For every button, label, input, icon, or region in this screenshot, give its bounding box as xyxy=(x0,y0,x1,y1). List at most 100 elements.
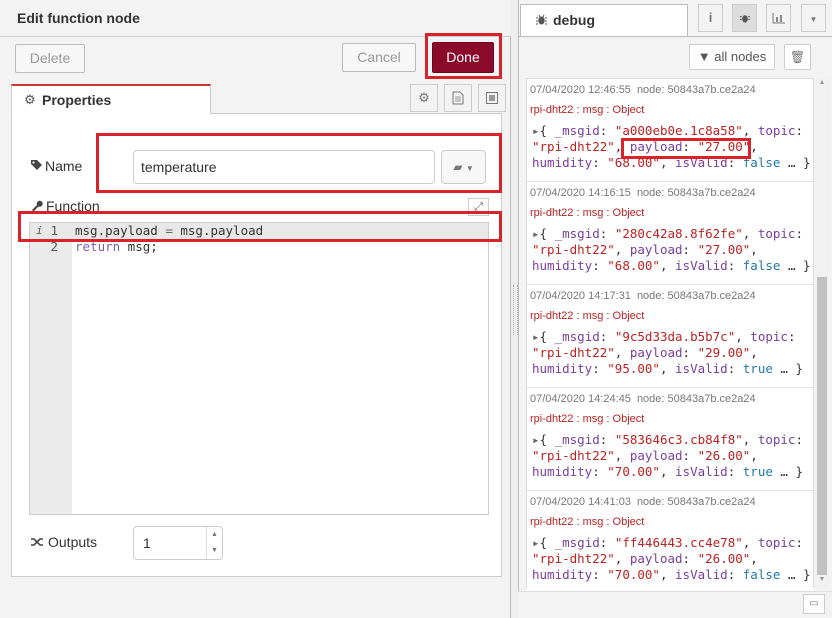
scroll-up-icon[interactable]: ▲ xyxy=(815,79,829,91)
debug-message[interactable]: 07/04/2020 14:41:03 node: 50843a7b.ce2a24… xyxy=(527,491,813,594)
isvalid-value: false xyxy=(742,258,781,273)
topic-value: "rpi-dht22" xyxy=(532,139,615,154)
message-meta: 07/04/2020 14:24:45 node: 50843a7b.ce2a24 xyxy=(530,393,756,405)
stepper-down-icon[interactable]: ▼ xyxy=(207,543,222,559)
line-number: 2 xyxy=(50,239,58,254)
message-object[interactable]: ▸{ _msgid: "280c42a8.8f62fe", topic: "rp… xyxy=(532,226,811,274)
message-source: rpi-dht22 : msg : Object xyxy=(530,413,645,425)
isvalid-value: true xyxy=(742,361,773,376)
message-source: rpi-dht22 : msg : Object xyxy=(530,310,645,322)
humidity-value: "95.00" xyxy=(607,361,660,376)
sidebar-tab-divider xyxy=(518,36,832,37)
msgid-value: "a000eb0e.1c8a58" xyxy=(614,123,743,138)
code-editor[interactable] xyxy=(29,222,489,515)
debug-message[interactable]: 07/04/2020 12:46:55 node: 50843a7b.ce2a24… xyxy=(527,79,813,182)
msgid-value: "ff446443.cc4e78" xyxy=(614,535,743,550)
outputs-label: Outputs xyxy=(48,534,98,550)
line-number: 1 xyxy=(50,223,58,238)
message-meta: 07/04/2020 14:41:03 node: 50843a7b.ce2a24 xyxy=(530,496,756,508)
expand-triangle-icon[interactable]: ▸ xyxy=(532,329,540,344)
editor-gutter xyxy=(30,223,72,514)
message-node-id[interactable]: node: 50843a7b.ce2a24 xyxy=(637,187,756,199)
caret-down-icon: ▼ xyxy=(465,164,474,173)
name-input[interactable]: temperature xyxy=(133,150,435,184)
tray-title: Edit function node xyxy=(17,10,140,26)
sidebar-menu-caret-icon[interactable]: ▼ xyxy=(801,4,826,32)
description-icon[interactable] xyxy=(444,84,472,112)
info-tab-icon[interactable]: i xyxy=(698,4,723,32)
message-source: rpi-dht22 : msg : Object xyxy=(530,104,645,116)
message-source: rpi-dht22 : msg : Object xyxy=(530,207,645,219)
message-node-id[interactable]: node: 50843a7b.ce2a24 xyxy=(637,84,756,96)
message-timestamp: 07/04/2020 14:16:15 xyxy=(530,187,631,199)
humidity-value: "70.00" xyxy=(607,464,660,479)
book-icon: ▰ xyxy=(453,160,463,174)
scrollbar-thumb[interactable] xyxy=(817,277,827,575)
delete-button[interactable]: Delete xyxy=(15,44,85,73)
msgid-value: "9c5d33da.b5b7c" xyxy=(614,329,736,344)
message-node-id[interactable]: node: 50843a7b.ce2a24 xyxy=(637,290,756,302)
scroll-down-icon[interactable]: ▼ xyxy=(815,576,829,588)
tab-properties-label: Properties xyxy=(42,92,112,108)
payload-value: "27.00" xyxy=(697,242,751,257)
isvalid-value: true xyxy=(742,464,773,479)
code-line[interactable]: return msg; xyxy=(75,239,158,255)
payload-value: "27.00" xyxy=(697,139,751,154)
humidity-value: "68.00" xyxy=(607,155,660,170)
debug-tab-icon[interactable] xyxy=(732,4,757,32)
message-object[interactable]: ▸{ _msgid: "583646c3.cb84f8", topic: "rp… xyxy=(532,432,803,480)
payload-value: "29.00" xyxy=(697,345,751,360)
debug-message[interactable]: 07/04/2020 14:17:31 node: 50843a7b.ce2a24… xyxy=(527,285,813,388)
gear-icon: ⚙ xyxy=(24,92,36,107)
tag-icon xyxy=(30,159,43,175)
payload-value: "26.00" xyxy=(697,448,751,463)
tab-properties[interactable]: ⚙ Properties xyxy=(11,84,211,114)
sidebar-footer xyxy=(518,591,832,618)
topic-value: "rpi-dht22" xyxy=(532,345,615,360)
message-timestamp: 07/04/2020 14:17:31 xyxy=(530,290,631,302)
expand-triangle-icon[interactable]: ▸ xyxy=(532,226,540,241)
settings-gear-icon[interactable]: ⚙ xyxy=(410,84,438,112)
name-label: Name xyxy=(45,158,83,174)
message-object[interactable]: ▸{ _msgid: "9c5d33da.b5b7c", topic: "rpi… xyxy=(532,329,803,377)
expand-triangle-icon[interactable]: ▸ xyxy=(532,432,540,447)
debug-message[interactable]: 07/04/2020 14:24:45 node: 50843a7b.ce2a24… xyxy=(527,388,813,491)
library-button[interactable]: ▰ ▼ xyxy=(441,150,486,184)
topic-value: "rpi-dht22" xyxy=(532,551,615,566)
done-button[interactable]: Done xyxy=(432,42,494,73)
code-line[interactable]: msg.payload = msg.payload xyxy=(75,223,263,239)
message-source: rpi-dht22 : msg : Object xyxy=(530,516,645,528)
message-meta: 07/04/2020 14:17:31 node: 50843a7b.ce2a24 xyxy=(530,290,756,302)
dashboard-chart-icon[interactable] xyxy=(766,4,791,32)
isvalid-value: false xyxy=(742,155,781,170)
message-object[interactable]: ▸{ _msgid: "ff446443.cc4e78", topic: "rp… xyxy=(532,535,811,583)
debug-message[interactable]: 07/04/2020 14:16:15 node: 50843a7b.ce2a24… xyxy=(527,182,813,285)
expand-triangle-icon[interactable]: ▸ xyxy=(532,123,540,138)
monitor-icon[interactable]: ▭ xyxy=(803,594,825,614)
cancel-button[interactable]: Cancel xyxy=(342,43,416,72)
tray-header: Edit function node xyxy=(0,0,511,37)
message-node-id[interactable]: node: 50843a7b.ce2a24 xyxy=(637,393,756,405)
expand-triangle-icon[interactable]: ▸ xyxy=(532,535,540,550)
filter-all-nodes-button[interactable]: ▼ all nodes xyxy=(689,44,775,70)
stepper-arrows[interactable]: ▲ ▼ xyxy=(206,527,222,559)
bug-icon xyxy=(535,13,548,29)
isvalid-value: false xyxy=(742,567,781,582)
filter-icon: ▼ xyxy=(697,49,711,64)
tab-debug-label: debug xyxy=(553,12,595,28)
topic-value: "rpi-dht22" xyxy=(532,242,615,257)
payload-value: "26.00" xyxy=(697,551,751,566)
humidity-value: "70.00" xyxy=(607,567,660,582)
shuffle-icon xyxy=(30,535,44,551)
wrench-icon xyxy=(30,199,43,215)
humidity-value: "68.00" xyxy=(607,258,660,273)
appearance-icon[interactable] xyxy=(478,84,506,112)
message-meta: 07/04/2020 14:16:15 node: 50843a7b.ce2a24 xyxy=(530,187,756,199)
message-object[interactable]: ▸{ _msgid: "a000eb0e.1c8a58", topic: "rp… xyxy=(532,123,811,171)
expand-editor-icon[interactable]: ⤢ xyxy=(468,198,489,216)
stepper-up-icon[interactable]: ▲ xyxy=(207,527,222,543)
tab-debug[interactable]: debug xyxy=(520,4,688,36)
message-node-id[interactable]: node: 50843a7b.ce2a24 xyxy=(637,496,756,508)
panel-splitter[interactable] xyxy=(511,0,518,618)
trash-icon[interactable]: 🗑 xyxy=(784,44,811,70)
